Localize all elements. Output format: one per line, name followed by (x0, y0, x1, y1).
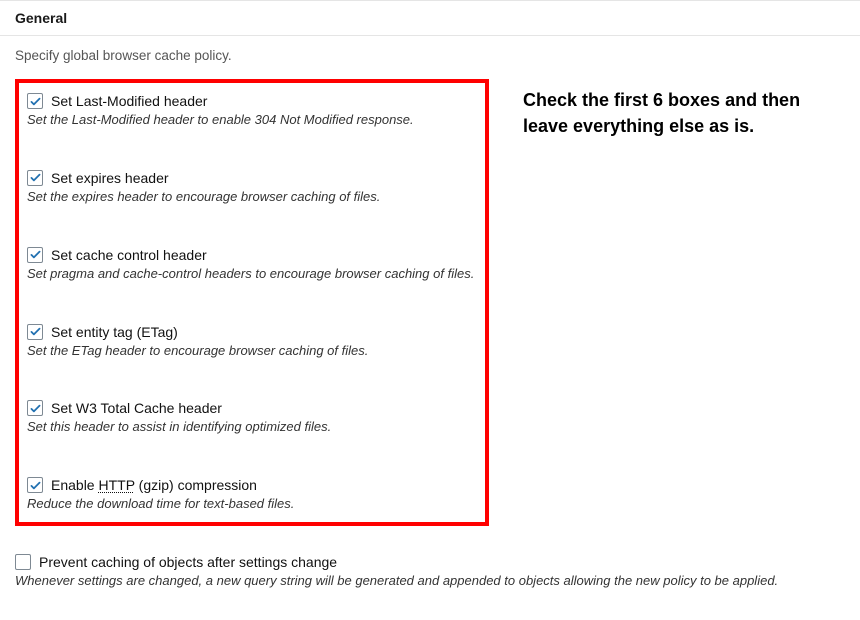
option-row: Set expires header (27, 170, 475, 186)
option-row: Prevent caching of objects after setting… (15, 554, 845, 570)
option-gzip: Enable HTTP (gzip) compression Reduce th… (27, 477, 475, 514)
option-desc: Reduce the download time for text-based … (27, 495, 475, 514)
instruction-annotation: Check the first 6 boxes and then leave e… (523, 79, 823, 139)
section-content: Specify global browser cache policy. Set… (0, 36, 860, 526)
option-etag: Set entity tag (ETag) Set the ETag heade… (27, 324, 475, 361)
section-subtitle: Specify global browser cache policy. (15, 48, 845, 63)
option-label[interactable]: Set entity tag (ETag) (51, 324, 178, 340)
checkbox-w3tc[interactable] (27, 400, 43, 416)
label-prefix: Enable (51, 477, 98, 493)
option-row: Set cache control header (27, 247, 475, 263)
option-desc: Set the expires header to encourage brow… (27, 188, 475, 207)
option-row: Set entity tag (ETag) (27, 324, 475, 340)
checkbox-etag[interactable] (27, 324, 43, 340)
highlighted-options-box: Set Last-Modified header Set the Last-Mo… (15, 79, 489, 526)
option-desc: Set this header to assist in identifying… (27, 418, 475, 437)
option-label[interactable]: Set Last-Modified header (51, 93, 207, 109)
settings-panel: General Specify global browser cache pol… (0, 0, 860, 591)
section-title: General (15, 10, 845, 26)
option-label[interactable]: Set cache control header (51, 247, 207, 263)
option-desc: Set the Last-Modified header to enable 3… (27, 111, 475, 130)
option-desc: Set pragma and cache-control headers to … (27, 265, 475, 284)
label-acronym: HTTP (98, 477, 134, 493)
check-icon (29, 248, 42, 261)
option-expires: Set expires header Set the expires heade… (27, 170, 475, 207)
checkbox-prevent-caching[interactable] (15, 554, 31, 570)
check-icon (29, 95, 42, 108)
check-icon (29, 479, 42, 492)
label-suffix: (gzip) compression (135, 477, 257, 493)
option-row: Set Last-Modified header (27, 93, 475, 109)
option-row: Set W3 Total Cache header (27, 400, 475, 416)
option-w3tc: Set W3 Total Cache header Set this heade… (27, 400, 475, 437)
option-desc: Whenever settings are changed, a new que… (15, 572, 845, 591)
checkbox-expires[interactable] (27, 170, 43, 186)
option-last-modified: Set Last-Modified header Set the Last-Mo… (27, 93, 475, 130)
option-cache-control: Set cache control header Set pragma and … (27, 247, 475, 284)
option-label[interactable]: Set W3 Total Cache header (51, 400, 222, 416)
option-desc: Set the ETag header to encourage browser… (27, 342, 475, 361)
check-icon (29, 171, 42, 184)
option-prevent-caching: Prevent caching of objects after setting… (0, 526, 860, 591)
option-label[interactable]: Prevent caching of objects after setting… (39, 554, 337, 570)
checkbox-cache-control[interactable] (27, 247, 43, 263)
check-icon (29, 402, 42, 415)
checkbox-last-modified[interactable] (27, 93, 43, 109)
main-row: Set Last-Modified header Set the Last-Mo… (15, 79, 845, 526)
option-label[interactable]: Set expires header (51, 170, 169, 186)
check-icon (29, 325, 42, 338)
checkbox-gzip[interactable] (27, 477, 43, 493)
section-header: General (0, 0, 860, 36)
option-label[interactable]: Enable HTTP (gzip) compression (51, 477, 257, 493)
option-row: Enable HTTP (gzip) compression (27, 477, 475, 493)
